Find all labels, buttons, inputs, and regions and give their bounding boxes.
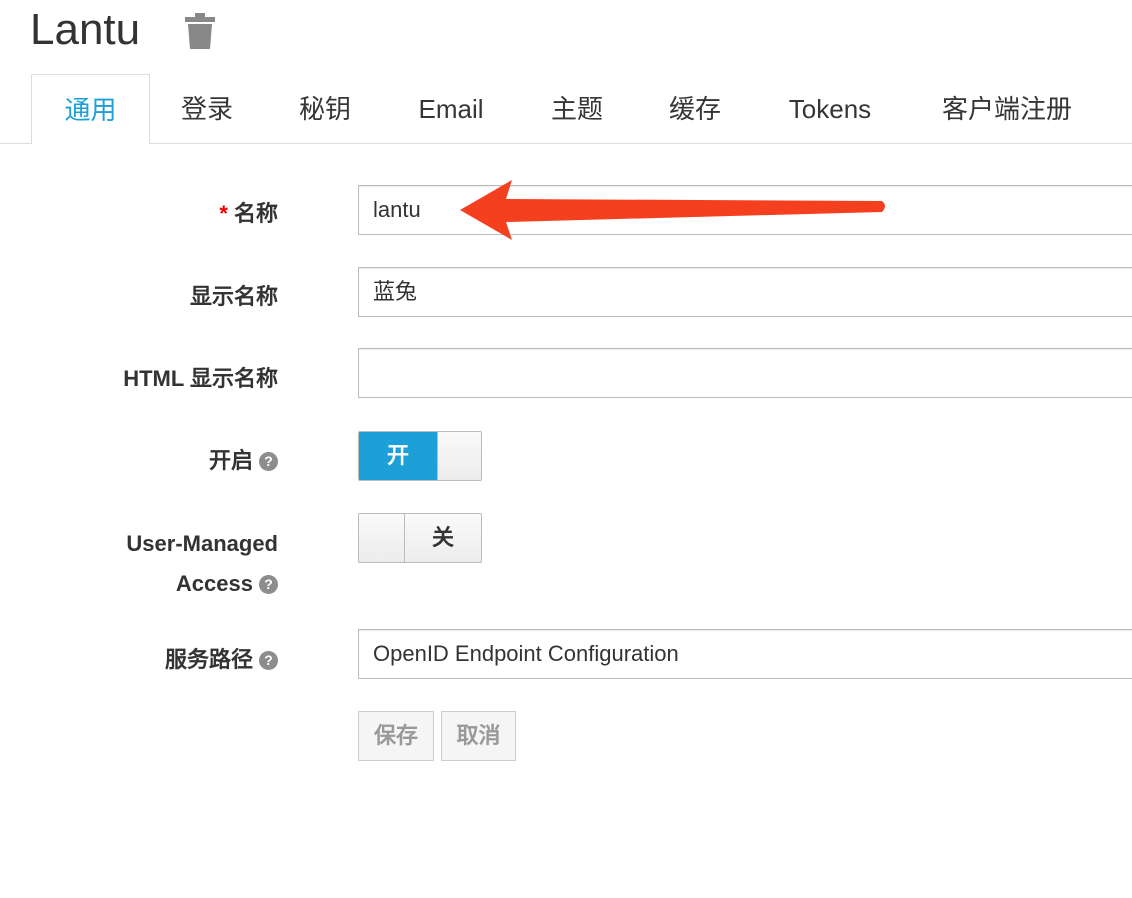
page-title: Lantu [30, 5, 141, 54]
help-icon[interactable]: ? [259, 651, 278, 670]
tab-cache[interactable]: 缓存 [669, 74, 721, 143]
enabled-label-text: 开启 [208, 448, 253, 473]
tab-keys[interactable]: 秘钥 [299, 74, 351, 143]
name-input[interactable]: lantu [358, 185, 1132, 235]
uma-label: User-Managed Access? [126, 524, 278, 604]
html-display-name-input[interactable] [358, 348, 1132, 398]
toggle-on-label: 开 [359, 432, 437, 480]
required-mark: * [219, 201, 228, 226]
name-label-text: 名称 [233, 201, 278, 226]
toggle-knob [359, 514, 403, 562]
display-name-input[interactable]: 蓝兔 [358, 267, 1132, 317]
display-name-label: 显示名称 [189, 284, 278, 309]
enabled-label: 开启? [209, 443, 278, 475]
uma-label-line2: Access [175, 571, 253, 596]
tab-general[interactable]: 通用 [31, 74, 150, 145]
endpoints-link[interactable]: OpenID Endpoint Configuration [358, 629, 1132, 679]
name-label: * 名称 [219, 196, 278, 228]
help-icon[interactable]: ? [259, 452, 278, 471]
tab-login[interactable]: 登录 [181, 74, 233, 143]
tab-client-registration[interactable]: 客户端注册 [942, 74, 1072, 143]
toggle-knob [437, 432, 481, 480]
enabled-toggle[interactable]: 开 [358, 431, 482, 481]
trash-icon[interactable] [184, 12, 216, 50]
cancel-button[interactable]: 取消 [441, 711, 516, 761]
html-display-name-label: HTML 显示名称 [123, 366, 278, 391]
endpoints-label: 服务路径? [165, 642, 278, 674]
toggle-off-label: 关 [404, 514, 481, 562]
tab-bar: 通用 登录 秘钥 Email 主题 缓存 Tokens 客户端注册 [0, 74, 1132, 145]
save-button[interactable]: 保存 [358, 711, 434, 761]
uma-toggle[interactable]: 关 [358, 513, 482, 563]
tab-themes[interactable]: 主题 [551, 74, 603, 143]
uma-label-line1: User-Managed [126, 531, 278, 556]
tab-tokens[interactable]: Tokens [789, 74, 871, 143]
endpoints-label-text: 服务路径 [164, 647, 253, 672]
help-icon[interactable]: ? [259, 575, 278, 594]
tab-email[interactable]: Email [418, 74, 483, 143]
